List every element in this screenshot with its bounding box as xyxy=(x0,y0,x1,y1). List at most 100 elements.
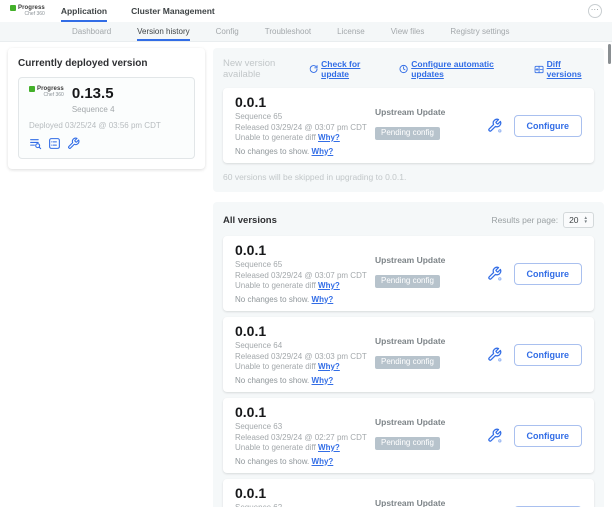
release-timestamp: Released 03/29/24 @ 03:07 pm CDT xyxy=(235,123,367,134)
check-for-update-link[interactable]: Check for update xyxy=(309,59,385,79)
top-bar: Progress Chef 360 Application Cluster Man… xyxy=(0,0,612,22)
logo-icon xyxy=(10,5,16,11)
admin-console: Progress Chef 360 Application Cluster Man… xyxy=(0,0,612,507)
overflow-menu-button[interactable]: ⋯ xyxy=(588,4,602,18)
release-row: 0.0.1 Sequence 65 Released 03/29/24 @ 03… xyxy=(223,236,594,311)
diff-why-link[interactable]: Why? xyxy=(318,133,340,142)
skip-note: 60 versions will be skipped in upgrading… xyxy=(223,172,594,182)
subnav-tab[interactable]: Config xyxy=(216,22,239,41)
subnav-tab[interactable]: License xyxy=(337,22,365,41)
app-logo: Progress Chef 360 xyxy=(10,0,45,22)
deployed-actions xyxy=(29,137,184,150)
select-arrows-icon: ▲▼ xyxy=(584,216,588,225)
logo-text-line2: Chef 360 xyxy=(25,12,45,17)
new-version-card: 0.0.1 Sequence 65 Released 03/29/24 @ 03… xyxy=(223,88,594,163)
top-nav-tab[interactable]: Application xyxy=(61,0,107,22)
release-row: 0.0.1 Sequence 62 Released 03/29/24 @ 02… xyxy=(223,479,594,507)
configure-button[interactable]: Configure xyxy=(514,425,583,447)
release-changes-note: No changes to show. Why? xyxy=(235,457,367,468)
deployed-panel-title: Currently deployed version xyxy=(18,58,195,69)
new-version-title: New version available xyxy=(223,58,309,80)
results-per-page: Results per page: 20 ▲▼ xyxy=(491,212,594,228)
subnav-tab[interactable]: Version history xyxy=(137,22,189,41)
release-diff-note: Unable to generate diff Why? xyxy=(235,281,367,292)
console-subnav: Dashboard Version history Config Troublesho… xyxy=(0,22,612,42)
release-diff-note: Unable to generate diff Why? xyxy=(235,443,367,454)
deployed-version-card: Progress Chef 360 0.13.5 Sequence 4 Depl… xyxy=(18,77,195,159)
subnav-tab[interactable]: Dashboard xyxy=(72,22,111,41)
all-versions-section: All versions Results per page: 20 ▲▼ xyxy=(213,202,604,507)
app-logo-small: Progress Chef 360 xyxy=(29,86,64,98)
refresh-icon xyxy=(309,64,318,74)
release-notes-icon[interactable] xyxy=(48,137,61,150)
currently-deployed-panel: Currently deployed version Progress Chef… xyxy=(8,48,205,169)
release-version: 0.0.1 xyxy=(235,323,367,339)
configure-button[interactable]: Configure xyxy=(514,115,583,137)
release-version: 0.0.1 xyxy=(235,242,367,258)
main-content: Currently deployed version Progress Chef… xyxy=(0,42,612,507)
version-actions: Check for update Configure automatic upd… xyxy=(309,59,594,79)
deployed-version-number: 0.13.5 xyxy=(72,86,115,102)
release-timestamp: Released 03/29/24 @ 03:03 pm CDT xyxy=(235,352,367,363)
release-sequence: Sequence 65 xyxy=(235,260,367,271)
release-type-label: Upstream Update xyxy=(375,336,479,346)
release-timestamp: Released 03/29/24 @ 03:07 pm CDT xyxy=(235,271,367,282)
edit-config-icon[interactable] xyxy=(487,428,502,443)
release-row: 0.0.1 Sequence 64 Released 03/29/24 @ 03… xyxy=(223,317,594,392)
release-sequence: Sequence 62 xyxy=(235,503,367,507)
diff-icon xyxy=(534,64,544,75)
diff-versions-link[interactable]: Diff versions xyxy=(534,59,594,79)
subnav-tab[interactable]: View files xyxy=(391,22,425,41)
subnav-tab[interactable]: Registry settings xyxy=(450,22,509,41)
right-column: New version available Check for update xyxy=(213,48,604,507)
status-badge: Pending config xyxy=(375,437,440,450)
changes-why-link[interactable]: Why? xyxy=(312,295,334,304)
edit-config-icon[interactable] xyxy=(67,137,80,150)
release-sequence: Sequence 63 xyxy=(235,422,367,433)
release-sequence: Sequence 65 xyxy=(235,112,367,123)
release-version: 0.0.1 xyxy=(235,485,367,501)
configure-button[interactable]: Configure xyxy=(514,263,583,285)
diff-why-link[interactable]: Why? xyxy=(318,281,340,290)
deployed-sequence: Sequence 4 xyxy=(72,105,115,114)
release-type-label: Upstream Update xyxy=(375,255,479,265)
changes-why-link[interactable]: Why? xyxy=(312,147,334,156)
release-diff-note: Unable to generate diff Why? xyxy=(235,362,367,373)
status-badge: Pending config xyxy=(375,275,440,288)
configure-button[interactable]: Configure xyxy=(514,344,583,366)
subnav-tab[interactable]: Troubleshoot xyxy=(265,22,311,41)
release-type-label: Upstream Update xyxy=(375,498,479,507)
results-per-page-label: Results per page: xyxy=(491,215,558,225)
changes-why-link[interactable]: Why? xyxy=(312,376,334,385)
release-changes-note: No changes to show. Why? xyxy=(235,295,367,306)
left-column: Currently deployed version Progress Chef… xyxy=(8,48,205,169)
release-list: 0.0.1 Sequence 65 Released 03/29/24 @ 03… xyxy=(223,236,594,507)
clock-icon xyxy=(399,64,408,74)
edit-config-icon[interactable] xyxy=(487,347,502,362)
edit-config-icon[interactable] xyxy=(487,266,502,281)
diff-why-link[interactable]: Why? xyxy=(318,443,340,452)
top-nav-tab[interactable]: Cluster Management xyxy=(131,0,215,22)
release-diff-note: Unable to generate diff Why? xyxy=(235,133,367,144)
release-row: 0.0.1 Sequence 63 Released 03/29/24 @ 02… xyxy=(223,398,594,473)
logo-icon xyxy=(29,86,35,92)
all-versions-title: All versions xyxy=(223,215,277,226)
scrollbar-thumb[interactable] xyxy=(608,44,611,64)
results-per-page-select[interactable]: 20 ▲▼ xyxy=(563,212,594,228)
new-version-section: New version available Check for update xyxy=(213,48,604,192)
view-logs-icon[interactable] xyxy=(29,137,42,150)
status-badge: Pending config xyxy=(375,127,440,140)
changes-why-link[interactable]: Why? xyxy=(312,457,334,466)
release-changes-note: No changes to show. Why? xyxy=(235,376,367,387)
release-type-label: Upstream Update xyxy=(375,107,479,117)
edit-config-icon[interactable] xyxy=(487,118,502,133)
diff-why-link[interactable]: Why? xyxy=(318,362,340,371)
release-timestamp: Released 03/29/24 @ 02:27 pm CDT xyxy=(235,433,367,444)
ellipsis-icon: ⋯ xyxy=(591,6,600,14)
release-sequence: Sequence 64 xyxy=(235,341,367,352)
configure-automatic-updates-link[interactable]: Configure automatic updates xyxy=(399,59,520,79)
release-changes-note: No changes to show. Why? xyxy=(235,147,367,158)
release-version: 0.0.1 xyxy=(235,94,367,110)
deployed-timestamp: Deployed 03/25/24 @ 03:56 pm CDT xyxy=(29,121,184,130)
top-nav: Application Cluster Management xyxy=(61,0,215,22)
